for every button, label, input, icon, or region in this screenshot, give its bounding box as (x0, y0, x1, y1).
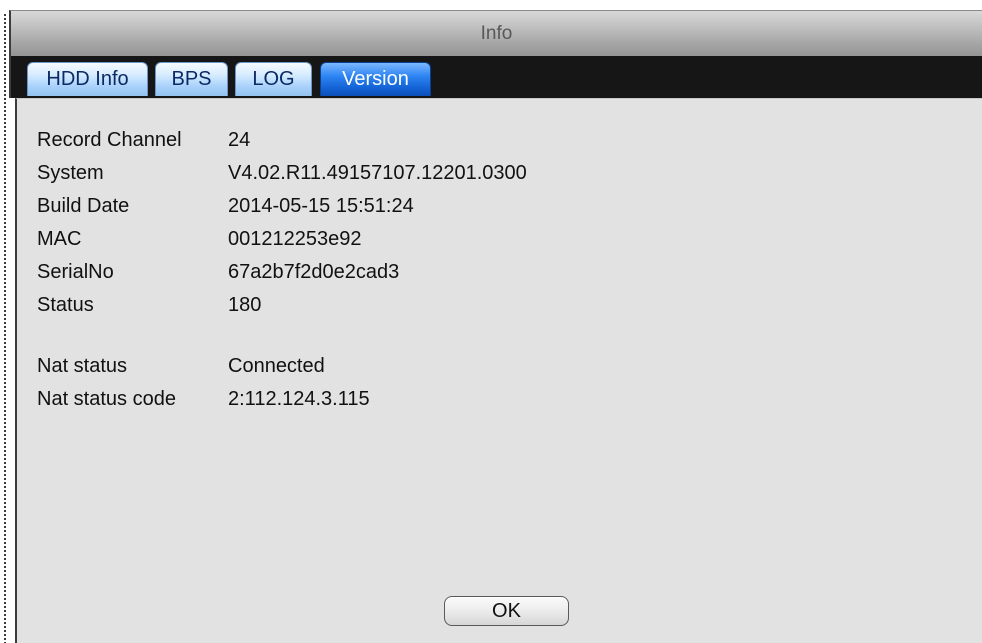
nat-status-code-label: Nat status code (37, 388, 176, 410)
nat-status-value: Connected (228, 355, 325, 377)
build-date-label: Build Date (37, 195, 130, 217)
tab-log[interactable]: LOG (235, 62, 312, 96)
tab-version[interactable]: Version (320, 62, 431, 96)
mac-value: 001212253e92 (228, 228, 362, 250)
status-label: Status (37, 294, 94, 316)
nat-status-label: Nat status (37, 355, 128, 377)
info-dialog: Info HDD Info BPS LOG Version Record Cha… (0, 0, 982, 643)
serial-no-label: SerialNo (37, 261, 114, 283)
ok-button[interactable]: OK (444, 596, 569, 626)
record-channel-value: 24 (228, 129, 251, 151)
serial-no-value: 67a2b7f2d0e2cad3 (228, 261, 400, 283)
status-value: 180 (228, 294, 262, 316)
system-label: System (37, 162, 104, 184)
tab-bps[interactable]: BPS (155, 62, 228, 96)
tab-bar: HDD Info BPS LOG Version (9, 56, 982, 98)
build-date-value: 2014-05-15 15:51:24 (228, 195, 414, 217)
title-bar[interactable]: Info (9, 10, 982, 56)
record-channel-label: Record Channel (37, 129, 182, 151)
nat-status-code-value: 2:112.124.3.115 (228, 388, 370, 410)
system-value: V4.02.R11.49157107.12201.0300 (228, 162, 527, 184)
window-title: Info (480, 23, 513, 44)
mac-label: MAC (37, 228, 82, 250)
tab-hdd-info[interactable]: HDD Info (27, 62, 148, 96)
version-panel: Record Channel 24 System V4.02.R11.49157… (15, 98, 982, 643)
window-left-border (4, 14, 6, 643)
